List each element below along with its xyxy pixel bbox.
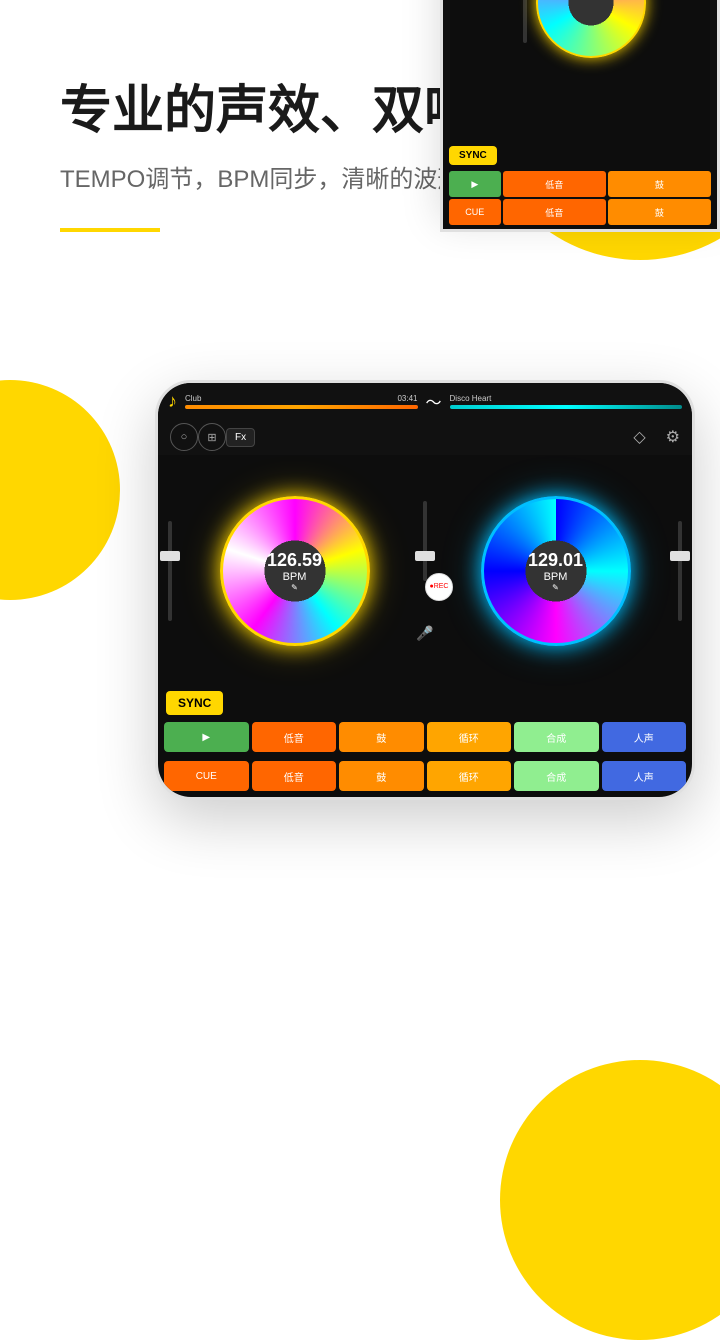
pad-vocal-2[interactable]: 人声	[602, 761, 687, 791]
pad-loop-1[interactable]: 循环	[427, 722, 512, 752]
phone-mockup-2: ♪ Club ○ ⊞ Fx	[440, 0, 720, 232]
center-fader-thumb	[415, 551, 435, 561]
left-bpm-icon: ✎	[267, 583, 322, 592]
dj2-deck-area	[443, 0, 717, 142]
dj2-cue-pad[interactable]: CUE	[449, 199, 501, 225]
left-bpm-label: BPM	[267, 571, 322, 583]
dj2-sync-button[interactable]: SYNC	[449, 146, 497, 165]
sync-button[interactable]: SYNC	[166, 691, 223, 715]
right-fader[interactable]	[678, 521, 682, 621]
pad-play[interactable]: ▶	[164, 722, 249, 752]
dj2-drum-pad-2[interactable]: 鼓	[608, 199, 711, 225]
waveform-bars-right	[450, 405, 683, 409]
dj2-bass-pad[interactable]: 低音	[503, 171, 606, 197]
dj2-bass-pad-2[interactable]: 低音	[503, 199, 606, 225]
right-fader-thumb	[670, 551, 690, 561]
pad-drum-2[interactable]: 鼓	[339, 761, 424, 791]
left-fader-thumb	[160, 551, 180, 561]
heartbeat-icon: 〜	[426, 389, 442, 413]
dj-decks-row: 126.59 BPM ✎ ●REC 🎤	[158, 455, 692, 687]
phone-frame-2: ♪ Club ○ ⊞ Fx	[440, 0, 720, 232]
play-icon: ▶	[202, 732, 210, 743]
center-fader[interactable]	[423, 501, 427, 581]
sync-row: SYNC	[158, 687, 692, 719]
pad-bass-1[interactable]: 低音	[252, 722, 337, 752]
track-right-label: Disco Heart	[450, 394, 492, 403]
right-bpm-value: 129.01	[528, 550, 583, 571]
dj-interface-1: ♪ Club 03:41 〜	[158, 383, 692, 797]
left-fader[interactable]	[168, 521, 172, 621]
music-note-icon: ♪	[168, 391, 177, 412]
pad-cue[interactable]: CUE	[164, 761, 249, 791]
right-bpm-icon: ✎	[528, 583, 583, 592]
dj2-fader[interactable]	[523, 0, 527, 43]
right-bpm-label: BPM	[528, 571, 583, 583]
dj2-turntable[interactable]	[536, 0, 646, 58]
loop-btn[interactable]: ○	[170, 423, 198, 451]
gear-icon[interactable]: ⚙	[666, 427, 680, 447]
dj2-bottom-pads: SYNC ▶ 低音 鼓 CUE 低音 鼓	[443, 142, 717, 229]
fx-button[interactable]: Fx	[226, 428, 255, 447]
pad-bass-2[interactable]: 低音	[252, 761, 337, 791]
mic-icon[interactable]: 🎤	[416, 625, 433, 642]
gem-icon[interactable]: ◇	[633, 427, 645, 447]
pads-row-2: CUE 低音 鼓 循环 合成 人声	[158, 758, 692, 797]
waveform-bars-left	[185, 405, 252, 409]
track-left-label: Club	[185, 394, 201, 403]
page-content: 专业的声效、双唱盘 TEMPO调节，BPM同步，清晰的波形图 ♪ Club 03…	[0, 0, 720, 232]
waveform-right	[450, 405, 683, 409]
dj-controls-row: ○ ⊞ Fx ◇ ⚙	[158, 419, 692, 455]
dj2-pad-row: ▶ 低音 鼓	[449, 171, 711, 197]
pad-vocal-1[interactable]: 人声	[602, 722, 687, 752]
left-bpm-display: 126.59 BPM ✎	[267, 550, 322, 592]
dj2-drum-pad[interactable]: 鼓	[608, 171, 711, 197]
right-turntable[interactable]: 129.01 BPM ✎	[481, 496, 631, 646]
bg-decoration-left-middle	[0, 380, 120, 600]
left-bpm-value: 126.59	[267, 550, 322, 571]
pad-synth-2[interactable]: 合成	[514, 761, 599, 791]
waveform-left	[185, 405, 418, 409]
dj-interface-2: ♪ Club ○ ⊞ Fx	[443, 0, 717, 229]
pad-loop-2[interactable]: 循环	[427, 761, 512, 791]
divider-line	[60, 228, 160, 232]
dj2-play-pad[interactable]: ▶	[449, 171, 501, 197]
dj-top-bar: ♪ Club 03:41 〜	[158, 383, 692, 419]
track-time: 03:41	[397, 394, 417, 403]
pads-row-1: ▶ 低音 鼓 循环 合成 人声	[158, 719, 692, 758]
right-deck: 129.01 BPM ✎	[443, 455, 668, 687]
right-bpm-display: 129.01 BPM ✎	[528, 550, 583, 592]
eq-btn[interactable]: ⊞	[198, 423, 226, 451]
phone-mockup-1: ♪ Club 03:41 〜	[155, 380, 695, 800]
phone-frame-1: ♪ Club 03:41 〜	[155, 380, 695, 800]
pad-drum-1[interactable]: 鼓	[339, 722, 424, 752]
pad-synth-1[interactable]: 合成	[514, 722, 599, 752]
dj2-sync-row: SYNC	[449, 146, 711, 168]
left-deck: 126.59 BPM ✎	[182, 455, 407, 687]
bg-decoration-bottom-right	[500, 1060, 720, 1340]
left-turntable[interactable]: 126.59 BPM ✎	[220, 496, 370, 646]
dj2-pad-row-2: CUE 低音 鼓	[449, 199, 711, 225]
